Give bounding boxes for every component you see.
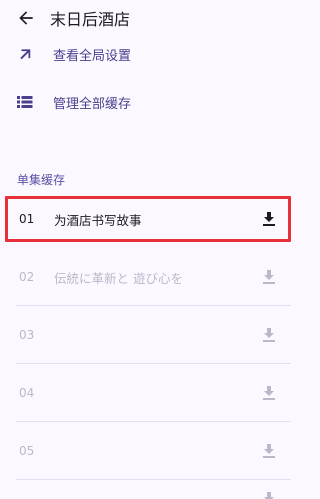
back-button[interactable] (14, 8, 38, 32)
episode-number: 04 (19, 386, 35, 400)
download-icon[interactable] (261, 443, 277, 459)
page-title: 末日后酒店 (50, 10, 131, 29)
divider (16, 305, 291, 306)
manage-all-cache-item[interactable]: 管理全部缓存 (0, 84, 313, 120)
view-global-settings-item[interactable]: 查看全局设置 (0, 36, 313, 72)
download-icon[interactable] (263, 491, 275, 499)
divider (16, 363, 291, 364)
episode-row-05[interactable]: 05 (16, 427, 291, 475)
episode-number: 02 (19, 270, 35, 284)
arrow-left-icon (16, 8, 36, 32)
view-global-settings-label: 查看全局设置 (53, 48, 132, 64)
episode-number: 05 (19, 444, 35, 458)
download-icon[interactable] (261, 385, 277, 401)
manage-all-cache-label: 管理全部缓存 (53, 96, 132, 112)
download-icon[interactable] (261, 327, 277, 343)
episode-row-03[interactable]: 03 (16, 311, 291, 359)
episode-row-02[interactable]: 02 伝統に革新と 遊び心を (16, 253, 291, 301)
episode-number: 03 (19, 328, 35, 342)
section-title: 单集缓存 (17, 173, 66, 187)
divider (16, 479, 291, 480)
arrow-up-right-icon (16, 45, 34, 63)
list-icon (16, 93, 34, 111)
download-icon[interactable] (261, 269, 277, 285)
episode-title: 伝統に革新と 遊び心を (54, 270, 183, 286)
selection-highlight (5, 196, 291, 242)
divider (16, 421, 291, 422)
episode-row-04[interactable]: 04 (16, 369, 291, 417)
